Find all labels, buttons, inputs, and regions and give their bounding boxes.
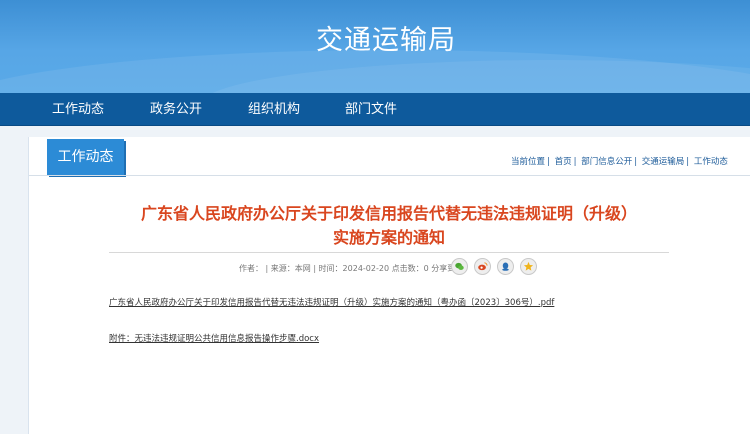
breadcrumb-current-label: 当前位置 [511,157,546,167]
attachment-link-docx[interactable]: 附件：无违法违规证明公共信用信息报告操作步骤.docx [109,332,319,344]
share-wechat-button[interactable] [451,258,468,275]
article-title: 广东省人民政府办公厅关于印发信用报告代替无违法违规证明（升级） 实施方案的通知 [89,202,689,250]
nav-item-organization[interactable]: 组织机构 [248,93,300,126]
breadcrumb-item-dept-info[interactable]: 部门信息公开 [581,157,632,167]
share-weibo-button[interactable] [474,258,491,275]
breadcrumb: 当前位置 | 首页 | 部门信息公开 | 交通运输局 | 工作动态 [511,157,728,167]
weibo-icon [478,262,488,271]
share-qzone-button[interactable] [520,258,537,275]
qq-icon [502,262,509,271]
breadcrumb-item-transport-bureau[interactable]: 交通运输局 [642,157,685,167]
nav-item-work-news[interactable]: 工作动态 [52,93,104,126]
share-qq-button[interactable] [497,258,514,275]
breadcrumb-item-work-news[interactable]: 工作动态 [694,157,728,167]
site-header: 交通运输局 [0,0,750,93]
attachment-link-pdf[interactable]: 广东省人民政府办公厅关于印发信用报告代替无违法违规证明（升级）实施方案的通知（粤… [109,296,554,308]
article-meta: 作者： | 来源：本网 | 时间：2024-02-20 点击数：0 分享到： [239,264,464,273]
content-panel: 工作动态 当前位置 | 首页 | 部门信息公开 | 交通运输局 | 工作动态 广东省人民… [28,137,750,434]
section-tab-work-news: 工作动态 [47,139,124,175]
breadcrumb-item-home[interactable]: 首页 [555,157,572,167]
article-title-line2: 实施方案的通知 [332,228,445,247]
qzone-icon [523,261,534,271]
wechat-icon [455,262,464,270]
section-divider [29,175,750,176]
meta-divider [109,252,669,253]
site-title: 交通运输局 [316,25,456,56]
nav-item-dept-documents[interactable]: 部门文件 [345,93,397,126]
main-nav: 工作动态 政务公开 组织机构 部门文件 [0,93,750,126]
article-title-line1: 广东省人民政府办公厅关于印发信用报告代替无违法违规证明（升级） [140,204,637,223]
nav-item-gov-affairs[interactable]: 政务公开 [150,93,202,126]
